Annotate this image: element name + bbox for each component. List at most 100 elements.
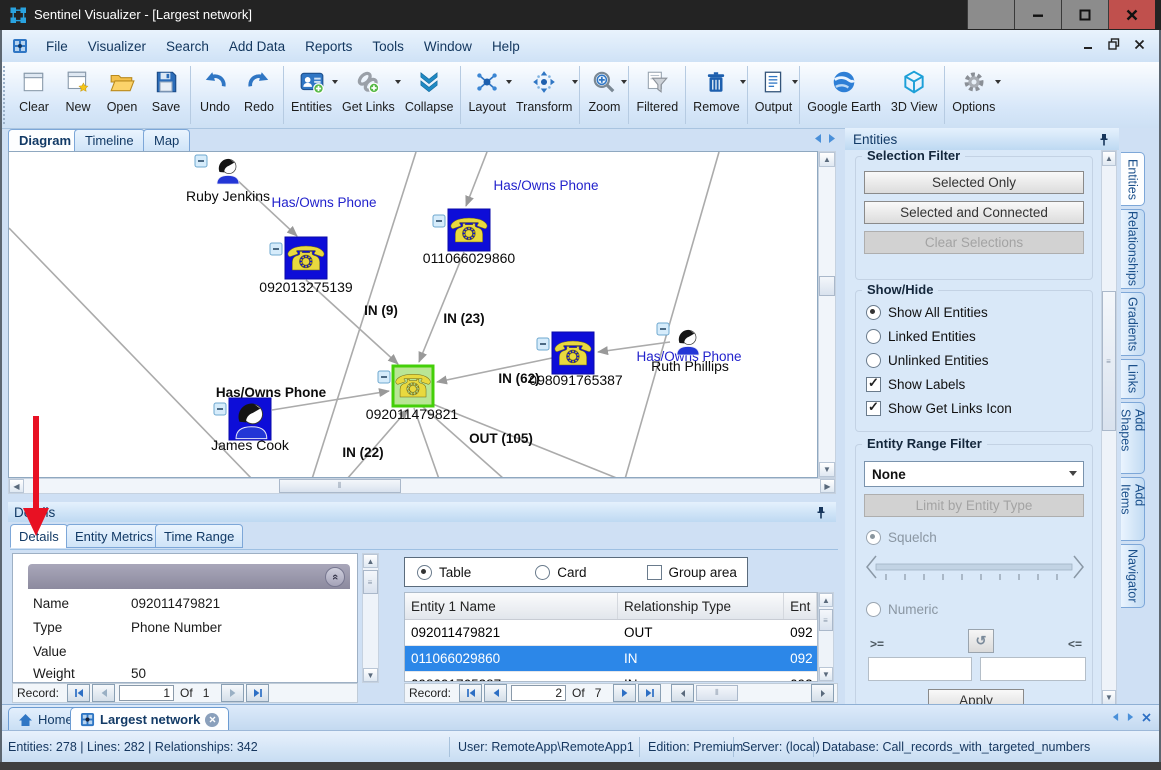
- collapse-minus-icon[interactable]: [433, 215, 445, 227]
- range-min-input[interactable]: [868, 657, 972, 681]
- clear-selections-button[interactable]: Clear Selections: [864, 231, 1084, 254]
- form-scrollbar[interactable]: ▲ ≡ ▼: [362, 553, 379, 683]
- record-position[interactable]: 1: [119, 685, 174, 701]
- panel-scroll-thumb[interactable]: ≡: [1102, 291, 1116, 431]
- menu-item-help[interactable]: Help: [482, 35, 530, 58]
- toolbar-button-3d-view[interactable]: 3D View: [886, 62, 942, 128]
- side-tab-add-shapes[interactable]: Add Shapes: [1121, 402, 1145, 474]
- radio-icon[interactable]: [417, 565, 432, 580]
- toolbar-button-undo[interactable]: Undo: [193, 62, 237, 128]
- collapse-minus-icon[interactable]: [657, 323, 669, 335]
- toolbar-button-new[interactable]: New: [56, 62, 100, 128]
- dropdown-caret-icon[interactable]: [995, 80, 1001, 84]
- table-hscroll-thumb[interactable]: ⦀: [696, 685, 738, 701]
- dropdown-caret-icon[interactable]: [792, 80, 798, 84]
- checkbox-icon[interactable]: [647, 565, 662, 580]
- radio-icon[interactable]: [866, 305, 881, 320]
- menu-item-visualizer[interactable]: Visualizer: [78, 35, 156, 58]
- tab-timeline[interactable]: Timeline: [74, 129, 145, 151]
- scroll-down-icon[interactable]: ▼: [363, 668, 378, 682]
- selected-only-button[interactable]: Selected Only: [864, 171, 1084, 194]
- selected-and-connected-button[interactable]: Selected and Connected: [864, 201, 1084, 224]
- column-header-entity-1-name[interactable]: Entity 1 Name: [405, 593, 618, 619]
- table-row[interactable]: 092011479821OUT092: [405, 620, 817, 646]
- last-record-button[interactable]: [246, 684, 269, 702]
- table-scroll-thumb[interactable]: ≡: [819, 609, 833, 631]
- range-max-input[interactable]: [980, 657, 1086, 681]
- menu-item-tools[interactable]: Tools: [362, 35, 414, 58]
- toolbar-button-options[interactable]: Options: [947, 62, 1000, 128]
- close-tab-icon[interactable]: [205, 713, 219, 727]
- side-tab-gradients[interactable]: Gradients: [1121, 292, 1145, 356]
- close-button[interactable]: [1108, 0, 1155, 29]
- toolbar-button-redo[interactable]: Redo: [237, 62, 281, 128]
- squelch-slider[interactable]: [864, 553, 1086, 583]
- pin-icon[interactable]: [1099, 133, 1109, 146]
- tabs-left-icon[interactable]: [1112, 712, 1119, 722]
- toolbar-button-output[interactable]: Output: [750, 62, 798, 128]
- mdi-minimize-icon[interactable]: [1083, 39, 1094, 50]
- collapse-minus-icon[interactable]: [537, 338, 549, 350]
- toolbar-button-layout[interactable]: Layout: [463, 62, 511, 128]
- tab-diagram[interactable]: Diagram: [8, 129, 82, 151]
- collapse-minus-icon[interactable]: [270, 243, 282, 255]
- limit-by-entity-type-button[interactable]: Limit by Entity Type: [864, 494, 1084, 517]
- menu-item-file[interactable]: File: [36, 35, 78, 58]
- tab-map[interactable]: Map: [143, 129, 190, 151]
- entity-node-james-cook[interactable]: James Cook: [211, 398, 290, 453]
- toolbar-button-zoom[interactable]: Zoom: [582, 62, 626, 128]
- toolbar-button-collapse[interactable]: Collapse: [400, 62, 459, 128]
- next-record-button[interactable]: [221, 684, 244, 702]
- toolbar-button-open[interactable]: Open: [100, 62, 144, 128]
- entity-node-phone-092013275139[interactable]: ☎092013275139: [259, 237, 353, 295]
- pin-icon[interactable]: [816, 506, 826, 519]
- form-scroll-thumb[interactable]: ≡: [363, 570, 378, 594]
- scroll-up-icon[interactable]: ▲: [363, 554, 378, 568]
- mdi-restore-icon[interactable]: [1108, 38, 1120, 50]
- scroll-down-icon[interactable]: ▼: [819, 462, 835, 477]
- scroll-down-icon[interactable]: ▼: [1102, 690, 1116, 705]
- column-header-relationship-type[interactable]: Relationship Type: [618, 593, 784, 619]
- scroll-up-icon[interactable]: ▲: [819, 593, 833, 607]
- tab-largest-network[interactable]: Largest network: [70, 707, 229, 731]
- toolbar-button-entities[interactable]: Entities: [286, 62, 337, 128]
- toolbar-button-remove[interactable]: Remove: [688, 62, 745, 128]
- menu-item-add-data[interactable]: Add Data: [219, 35, 295, 58]
- radio-icon[interactable]: [866, 602, 881, 617]
- diagram-vertical-scrollbar[interactable]: ▲ ▼: [818, 151, 836, 478]
- mdi-close-icon[interactable]: [1134, 39, 1145, 50]
- scroll-down-icon[interactable]: ▼: [819, 667, 833, 681]
- tabs-close-icon[interactable]: [1142, 713, 1151, 722]
- scroll-up-icon[interactable]: ▲: [1102, 151, 1116, 166]
- previous-record-button[interactable]: [484, 684, 507, 702]
- collapse-minus-icon[interactable]: [378, 371, 390, 383]
- entity-node-phone-092011479821[interactable]: ☎092011479821: [366, 366, 459, 422]
- checkbox-icon[interactable]: [866, 377, 881, 392]
- entity-node-ruby-jenkins[interactable]: Ruby Jenkins: [186, 155, 270, 204]
- toolbar-button-save[interactable]: Save: [144, 62, 188, 128]
- vertical-scroll-thumb[interactable]: [819, 276, 835, 296]
- tab-entity-metrics[interactable]: Entity Metrics: [66, 524, 162, 548]
- show-labels-option[interactable]: Show Labels: [866, 377, 1092, 392]
- scroll-left-icon[interactable]: [671, 684, 694, 702]
- minimize-button[interactable]: [1014, 0, 1061, 29]
- scroll-right-icon[interactable]: ▶: [820, 479, 835, 493]
- toolbar-button-clear[interactable]: Clear: [12, 62, 56, 128]
- last-record-button[interactable]: [638, 684, 661, 702]
- dropdown-caret-icon[interactable]: [621, 80, 627, 84]
- first-record-button[interactable]: [67, 684, 90, 702]
- horizontal-scroll-thumb[interactable]: ⦀: [279, 479, 401, 493]
- side-tab-entities[interactable]: Entities: [1121, 152, 1145, 206]
- side-tab-navigator[interactable]: Navigator: [1121, 544, 1145, 608]
- maximize-button[interactable]: [1061, 0, 1108, 29]
- entity-range-dropdown[interactable]: None: [864, 461, 1084, 487]
- side-tab-relationships[interactable]: Relationships: [1121, 209, 1145, 289]
- diagram-horizontal-scrollbar[interactable]: ◀ ⦀ ▶: [8, 478, 836, 494]
- first-record-button[interactable]: [459, 684, 482, 702]
- entity-node-phone-011066029860[interactable]: ☎011066029860: [423, 209, 516, 266]
- collapse-minus-icon[interactable]: [214, 403, 226, 415]
- record-position[interactable]: 2: [511, 685, 566, 701]
- numeric-option[interactable]: Numeric: [866, 602, 1092, 617]
- table-row[interactable]: 011066029860IN092: [405, 646, 817, 672]
- column-header-ent[interactable]: Ent: [784, 593, 817, 619]
